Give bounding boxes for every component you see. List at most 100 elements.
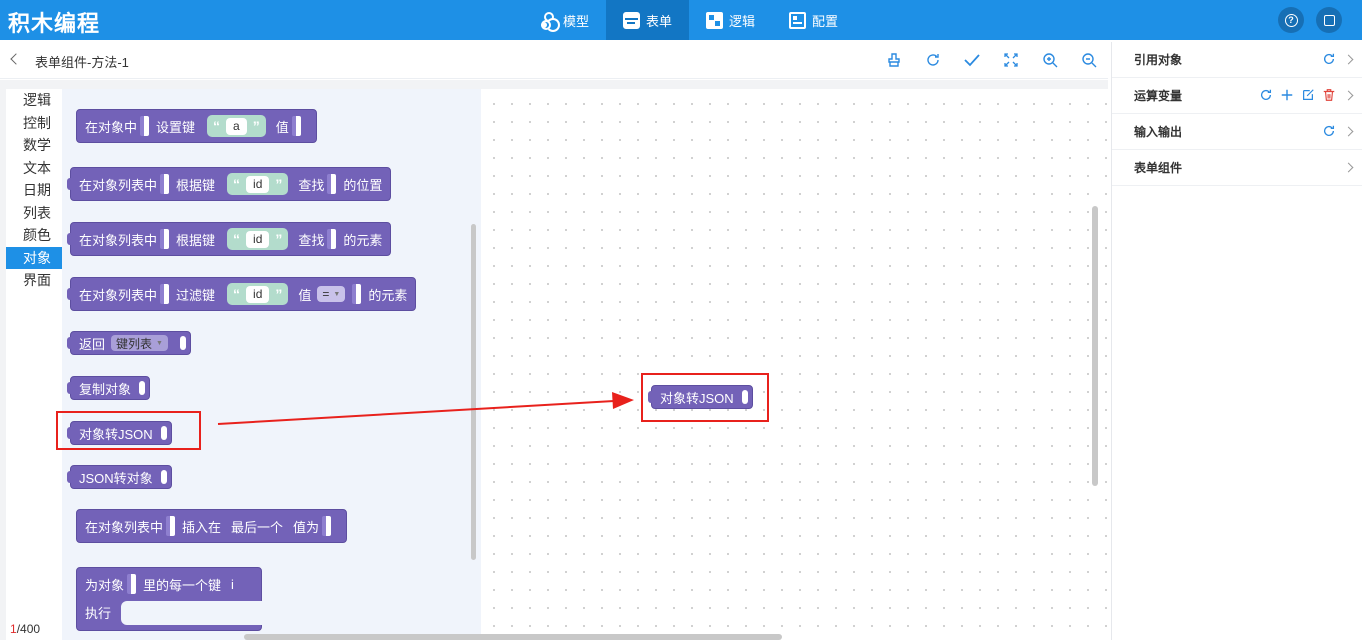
back-icon[interactable] xyxy=(10,53,22,65)
refresh-icon[interactable] xyxy=(1322,124,1336,138)
block-find-element[interactable]: 在对象列表中 根据键 “ id ” 查找 的元素 xyxy=(67,222,392,256)
input-slot xyxy=(166,516,176,536)
block-text: 查找 xyxy=(298,177,325,193)
flyout-scrollbar[interactable] xyxy=(471,224,476,560)
block-set-key[interactable]: 在对象中 设置键 “ a ” 值 xyxy=(76,109,317,143)
trash-icon[interactable] xyxy=(1322,88,1336,102)
nav-form[interactable]: 表单 xyxy=(606,0,690,40)
panel-ref-objects[interactable]: 引用对象 xyxy=(1112,42,1362,78)
input-slot xyxy=(127,574,137,594)
category-color[interactable]: 颜色 xyxy=(6,224,62,247)
keys-dropdown[interactable]: 键列表 ▼ xyxy=(111,335,168,351)
block-counter: 1/400 xyxy=(10,622,40,636)
category-text[interactable]: 文本 xyxy=(6,157,62,180)
output-connector xyxy=(67,471,73,483)
input-slot xyxy=(327,174,337,194)
string-input[interactable]: “ a ” xyxy=(207,115,266,137)
block-text: JSON转对象 xyxy=(79,470,153,486)
chevron-right-icon xyxy=(1343,126,1354,137)
operator-dropdown[interactable]: = ▼ xyxy=(317,286,346,302)
nav-logic-label: 逻辑 xyxy=(729,13,756,29)
panel-variables[interactable]: 运算变量 xyxy=(1112,78,1362,114)
statement-slot xyxy=(121,601,263,625)
zoom-in-button[interactable] xyxy=(1040,50,1060,70)
category-ui[interactable]: 界面 xyxy=(6,269,62,292)
block-copy-object[interactable]: 复制对象 xyxy=(67,376,151,400)
quote-mark: “ xyxy=(233,176,241,192)
dropdown-value: 键列表 xyxy=(116,336,153,351)
loop-body-row: 执行 xyxy=(77,600,111,624)
quote-mark: ” xyxy=(275,286,283,302)
nav-model[interactable]: 模型 xyxy=(523,0,606,40)
block-filter-elements[interactable]: 在对象列表中 过滤键 “ id ” 值 = ▼ 的元素 xyxy=(67,277,417,311)
right-panel: 引用对象 运算变量 输入输出 表单组件 xyxy=(1111,42,1362,640)
refresh-icon[interactable] xyxy=(1259,88,1273,102)
config-icon xyxy=(789,11,807,29)
block-text: 值 xyxy=(275,119,289,135)
edit-icon[interactable] xyxy=(1301,88,1315,102)
plus-icon[interactable] xyxy=(1280,88,1294,102)
clean-button[interactable] xyxy=(884,50,904,70)
nav-logic[interactable]: 逻辑 xyxy=(689,0,772,40)
clean-icon xyxy=(888,53,900,67)
input-notch xyxy=(139,381,146,395)
category-list[interactable]: 列表 xyxy=(6,202,62,225)
highlight-box-source xyxy=(56,411,201,450)
logic-icon xyxy=(706,11,724,29)
block-text: 在对象列表中 xyxy=(85,519,164,535)
string-value: id xyxy=(246,230,270,248)
block-text: 值为 xyxy=(293,519,320,535)
block-text: 执行 xyxy=(85,605,112,621)
fit-button[interactable] xyxy=(1001,50,1021,70)
block-canvas[interactable] xyxy=(481,89,1108,640)
panel-item-label: 运算变量 xyxy=(1134,89,1183,103)
zoom-in-icon xyxy=(1043,53,1058,68)
nav-model-label: 模型 xyxy=(563,13,590,29)
block-return-keys[interactable]: 返回 键列表 ▼ xyxy=(67,331,191,355)
block-for-each-key[interactable]: 为对象 里的每一个键 i 执行 xyxy=(76,567,263,631)
block-text: 值 xyxy=(298,287,312,303)
string-input[interactable]: “ id ” xyxy=(227,283,289,305)
app-logo: 积木编程 xyxy=(8,11,101,36)
category-control[interactable]: 控制 xyxy=(6,112,62,135)
block-text: 在对象列表中 xyxy=(79,177,158,193)
canvas-vertical-scrollbar[interactable] xyxy=(1092,206,1098,486)
caret-down-icon: ▼ xyxy=(156,339,163,347)
category-date[interactable]: 日期 xyxy=(6,179,62,202)
category-math[interactable]: 数学 xyxy=(6,134,62,157)
input-slot xyxy=(160,229,170,249)
panel-actions xyxy=(1322,52,1336,66)
output-connector xyxy=(67,382,73,394)
refresh-icon[interactable] xyxy=(1322,52,1336,66)
input-slot xyxy=(160,284,170,304)
check-icon xyxy=(964,54,980,67)
category-object[interactable]: 对象 xyxy=(6,246,62,269)
input-slot xyxy=(160,174,170,194)
block-text: 最后一个 xyxy=(231,519,284,535)
block-text: 的元素 xyxy=(368,287,408,303)
panel-input-output[interactable]: 输入输出 xyxy=(1112,114,1362,150)
block-text: 在对象列表中 xyxy=(79,232,158,248)
block-insert-last[interactable]: 在对象列表中 插入在 最后一个 值为 xyxy=(76,509,348,543)
canvas-horizontal-scrollbar[interactable] xyxy=(244,634,782,640)
string-input[interactable]: “ id ” xyxy=(227,173,289,195)
panel-item-label: 输入输出 xyxy=(1134,125,1183,139)
save-check-button[interactable] xyxy=(962,50,982,70)
category-logic[interactable]: 逻辑 xyxy=(6,89,62,112)
quote-mark: “ xyxy=(233,286,241,302)
highlight-box-target xyxy=(641,373,769,422)
fullscreen-button[interactable] xyxy=(1316,7,1342,33)
panel-form-components[interactable]: 表单组件 xyxy=(1112,150,1362,186)
refresh-button[interactable] xyxy=(923,50,943,70)
string-value: a xyxy=(226,117,247,135)
string-input[interactable]: “ id ” xyxy=(227,228,289,250)
nav-config[interactable]: 配置 xyxy=(772,0,855,40)
page-title: 表单组件-方法-1 xyxy=(35,55,129,70)
block-text: 在对象中 xyxy=(85,119,138,135)
block-json-to-object[interactable]: JSON转对象 xyxy=(67,465,172,489)
panel-actions xyxy=(1259,88,1336,102)
help-button[interactable]: ? xyxy=(1278,7,1304,33)
output-connector xyxy=(67,233,73,245)
zoom-out-button[interactable] xyxy=(1079,50,1099,70)
block-find-index[interactable]: 在对象列表中 根据键 “ id ” 查找 的位置 xyxy=(67,167,392,201)
